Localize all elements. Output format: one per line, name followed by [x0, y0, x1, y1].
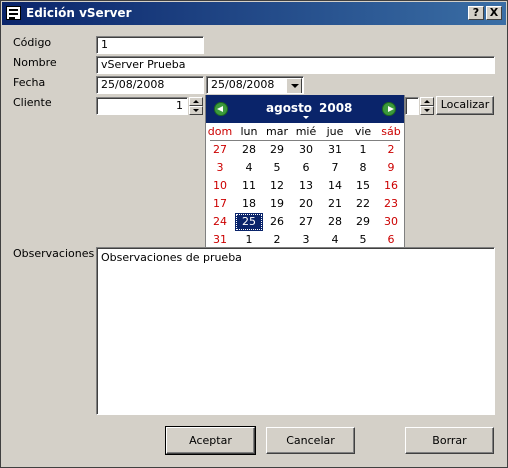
calendar-day[interactable]: 28 [321, 213, 349, 231]
close-button[interactable]: X [486, 6, 502, 20]
calendar-popup[interactable]: agosto 2008 dom lun mar mié jue vie sáb 27 28 29 3… [205, 95, 405, 247]
calendar-grid: dom lun mar mié jue vie sáb 27 28 29 30 31 1 2 3 4 5 6 7 8 9… [206, 123, 404, 249]
fecha-date-picker[interactable]: 25/08/2008 [206, 76, 304, 94]
window-title: Edición vServer [26, 6, 132, 20]
calendar-day[interactable]: 21 [321, 195, 349, 213]
edit-vserver-dialog: Edición vServer ? X Código 1 Nombre vSer… [0, 0, 508, 468]
calendar-day[interactable]: 24 [206, 213, 234, 231]
calendar-day[interactable]: 8 [349, 159, 377, 177]
calendar-day[interactable]: 15 [349, 177, 377, 195]
calendar-day[interactable]: 31 [321, 141, 349, 159]
calendar-header: agosto 2008 [206, 95, 404, 123]
calendar-day[interactable]: 14 [321, 177, 349, 195]
calendar-day[interactable]: 12 [263, 177, 291, 195]
weekday-label: vie [354, 125, 372, 138]
cliente-label: Cliente [13, 96, 52, 109]
calendar-day[interactable]: 6 [377, 231, 405, 249]
localizar-button[interactable]: Localizar [436, 96, 494, 115]
weekday-label: lun [240, 125, 258, 138]
help-button[interactable]: ? [468, 6, 484, 20]
calendar-day[interactable]: 6 [292, 159, 320, 177]
nombre-label: Nombre [13, 56, 57, 69]
weekday-label: sáb [381, 125, 401, 138]
fecha-field[interactable]: 25/08/2008 [96, 76, 204, 94]
aceptar-button[interactable]: Aceptar [165, 426, 256, 455]
calendar-day[interactable]: 3 [292, 231, 320, 249]
calendar-day[interactable]: 30 [377, 213, 405, 231]
prev-month-icon[interactable] [214, 102, 228, 116]
cliente-field[interactable]: 1 [96, 97, 188, 115]
calendar-day[interactable]: 26 [263, 213, 291, 231]
nombre-field[interactable]: vServer Prueba [96, 56, 495, 74]
app-icon [6, 6, 21, 20]
calendar-week-row: 10 11 12 13 14 15 16 [206, 177, 404, 195]
calendar-day[interactable]: 22 [349, 195, 377, 213]
calendar-day[interactable]: 5 [263, 159, 291, 177]
calendar-day[interactable]: 1 [349, 141, 377, 159]
chevron-down-icon[interactable] [286, 78, 302, 93]
calendar-day-selected[interactable]: 25 [235, 213, 263, 231]
calendar-day[interactable]: 28 [235, 141, 263, 159]
calendar-week-row: 3456789 [206, 159, 404, 177]
calendar-day[interactable]: 13 [292, 177, 320, 195]
next-month-icon[interactable] [382, 102, 396, 116]
calendar-day[interactable]: 27 [292, 213, 320, 231]
calendar-week-row: 17 18 19 20 21 22 23 [206, 195, 404, 213]
calendar-day[interactable]: 11 [235, 177, 263, 195]
calendar-day[interactable]: 19 [263, 195, 291, 213]
cancelar-button[interactable]: Cancelar [266, 427, 355, 454]
title-bar[interactable]: Edición vServer ? X [2, 2, 506, 25]
calendar-day[interactable]: 1 [235, 231, 263, 249]
calendar-day[interactable]: 10 [206, 177, 234, 195]
calendar-week-row: 31 1 2 3 4 5 6 [206, 231, 404, 249]
observaciones-label: Observaciones [13, 247, 95, 260]
fecha-label: Fecha [13, 76, 46, 89]
weekday-label: mié [295, 125, 317, 138]
calendar-day[interactable]: 29 [263, 141, 291, 159]
observaciones-textarea[interactable]: Observaciones de prueba [96, 247, 495, 415]
calendar-day[interactable]: 4 [321, 231, 349, 249]
calendar-day[interactable]: 20 [292, 195, 320, 213]
calendar-year[interactable]: 2008 [319, 101, 352, 115]
calendar-day[interactable]: 7 [321, 159, 349, 177]
spin-down-icon[interactable] [189, 106, 203, 115]
calendar-week-row: 24 25 26 27 28 29 30 [206, 213, 404, 231]
calendar-day[interactable]: 17 [206, 195, 234, 213]
codigo-label: Código [13, 36, 52, 49]
codigo-field[interactable]: 1 [96, 36, 204, 54]
weekday-label: jue [326, 125, 344, 138]
calendar-day[interactable]: 18 [235, 195, 263, 213]
spin-down-icon[interactable] [420, 106, 434, 115]
calendar-day[interactable]: 2 [377, 141, 405, 159]
calendar-week-row: 27 28 29 30 31 1 2 [206, 141, 404, 159]
calendar-day[interactable]: 2 [263, 231, 291, 249]
calendar-day[interactable]: 3 [206, 159, 234, 177]
weekday-header: dom lun mar mié jue vie sáb [206, 123, 404, 141]
spin-up-icon[interactable] [420, 97, 434, 106]
spin-up-icon[interactable] [189, 97, 203, 106]
calendar-day[interactable]: 29 [349, 213, 377, 231]
cliente-spinner[interactable] [189, 97, 203, 115]
calendar-day[interactable]: 4 [235, 159, 263, 177]
cliente-name-field[interactable] [405, 97, 419, 115]
calendar-day[interactable]: 30 [292, 141, 320, 159]
calendar-month[interactable]: agosto [266, 101, 312, 115]
month-dropdown-icon[interactable] [303, 116, 309, 119]
cliente-name-spinner[interactable] [420, 97, 434, 115]
borrar-button[interactable]: Borrar [405, 427, 494, 454]
fecha-picker-value: 25/08/2008 [211, 78, 275, 91]
calendar-day[interactable]: 5 [349, 231, 377, 249]
calendar-day[interactable]: 23 [377, 195, 405, 213]
calendar-day[interactable]: 16 [377, 177, 405, 195]
calendar-day[interactable]: 31 [206, 231, 234, 249]
calendar-day[interactable]: 9 [377, 159, 405, 177]
calendar-day[interactable]: 27 [206, 141, 234, 159]
weekday-label: dom [207, 125, 233, 138]
weekday-label: mar [266, 125, 288, 138]
